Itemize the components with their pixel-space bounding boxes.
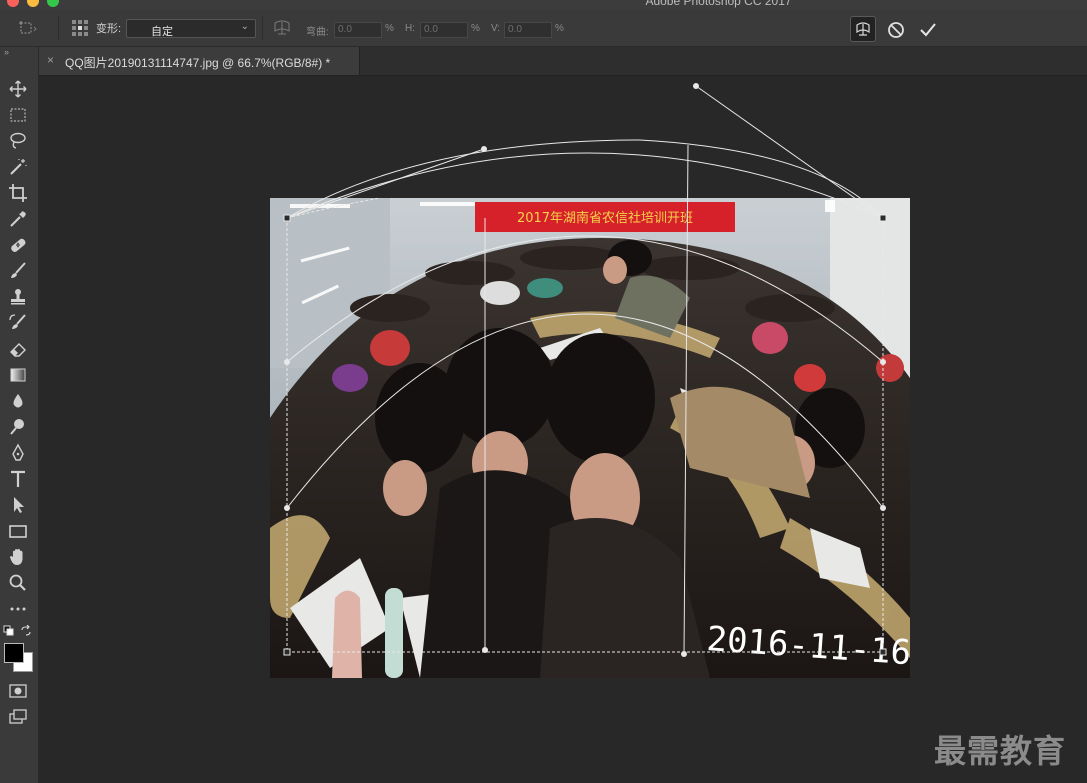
commit-transform-icon[interactable]: [916, 17, 940, 43]
classroom-photo: 2017年湖南省农信社培训开班 2016-11-16: [270, 198, 910, 678]
chevron-down-icon: ⌄: [240, 21, 249, 32]
dodge-tool-icon[interactable]: [7, 416, 29, 438]
title-bar: Adobe Photoshop CC 2017: [0, 0, 1087, 10]
tab-label: QQ图片20190131114747.jpg @ 66.7%(RGB/8#) *: [65, 56, 331, 70]
watermark: 最需教育: [934, 732, 1067, 770]
rectangle-tool-icon[interactable]: [7, 520, 29, 542]
crop-tool-icon[interactable]: [7, 182, 29, 204]
separator: [58, 16, 59, 40]
foreground-color-swatch[interactable]: [4, 643, 24, 663]
path-selection-tool-icon[interactable]: [7, 494, 29, 516]
separator: [262, 16, 263, 40]
document-image[interactable]: 2017年湖南省农信社培训开班 2016-11-16: [270, 198, 910, 678]
quick-mask-icon[interactable]: [7, 680, 29, 702]
v-label: V:: [491, 23, 501, 34]
more-tools-icon[interactable]: [7, 598, 29, 620]
gradient-tool-icon[interactable]: [7, 364, 29, 386]
zoom-tool-icon[interactable]: [7, 572, 29, 594]
bend-input[interactable]: 0.0: [334, 22, 382, 38]
warp-mesh-icon: [856, 22, 870, 36]
v-distortion-input[interactable]: 0.0: [504, 22, 552, 38]
h-percent: %: [471, 23, 480, 34]
move-tool-icon[interactable]: [7, 78, 29, 100]
lasso-tool-icon[interactable]: [7, 130, 29, 152]
document-tab-bar: × QQ图片20190131114747.jpg @ 66.7%(RGB/8#)…: [39, 47, 1087, 76]
brush-tool-icon[interactable]: [7, 260, 29, 282]
banner-text: 2017年湖南省农信社培训开班: [517, 210, 693, 226]
default-colors-icon[interactable]: [3, 625, 15, 637]
magic-wand-tool-icon[interactable]: [7, 156, 29, 178]
toggle-warp-button[interactable]: [850, 16, 876, 42]
h-label: H:: [405, 23, 415, 34]
tab-document[interactable]: × QQ图片20190131114747.jpg @ 66.7%(RGB/8#)…: [39, 47, 360, 75]
screen-mode-icon[interactable]: [7, 706, 29, 728]
type-tool-icon[interactable]: [7, 468, 29, 490]
marquee-tool-icon[interactable]: [7, 104, 29, 126]
warp-orientation-icon[interactable]: [272, 19, 292, 37]
bend-percent: %: [385, 23, 394, 34]
eraser-tool-icon[interactable]: [7, 338, 29, 360]
warp-style-value: 自定: [151, 26, 173, 38]
options-bar: 变形: 自定 ⌄ 弯曲: 0.0 % H: 0.0 % V: 0.0 %: [0, 10, 1087, 47]
pen-tool-icon[interactable]: [7, 442, 29, 464]
eyedropper-tool-icon[interactable]: [7, 208, 29, 230]
hand-tool-icon[interactable]: [7, 546, 29, 568]
transform-tool-icon[interactable]: [16, 19, 38, 37]
h-distortion-input[interactable]: 0.0: [420, 22, 468, 38]
app-title: Adobe Photoshop CC 2017: [645, 0, 792, 8]
blur-tool-icon[interactable]: [7, 390, 29, 412]
warp-style-dropdown[interactable]: 自定 ⌄: [126, 19, 256, 38]
collapse-panel-icon[interactable]: ››: [4, 47, 9, 57]
cancel-transform-icon[interactable]: [884, 17, 908, 43]
bend-label: 弯曲:: [306, 27, 329, 38]
reference-point-icon[interactable]: [70, 19, 90, 37]
tab-close-icon[interactable]: ×: [47, 53, 54, 67]
clone-stamp-tool-icon[interactable]: [7, 286, 29, 308]
warp-label: 变形:: [96, 23, 122, 35]
v-percent: %: [555, 23, 564, 34]
tools-panel: ››: [0, 47, 39, 783]
swap-colors-icon[interactable]: [20, 625, 32, 637]
history-brush-tool-icon[interactable]: [7, 312, 29, 334]
healing-brush-tool-icon[interactable]: [7, 234, 29, 256]
